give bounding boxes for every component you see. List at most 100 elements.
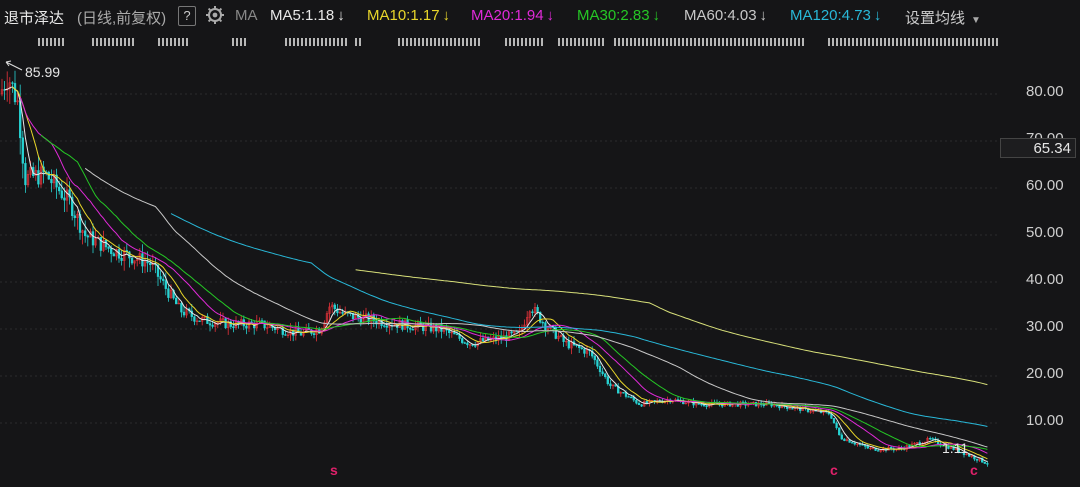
event-marker[interactable] (232, 38, 246, 46)
candle-body (167, 288, 170, 298)
event-flag[interactable]: c (970, 462, 978, 478)
candle-body (778, 405, 781, 409)
candle-body (21, 137, 24, 164)
candle-body (110, 248, 113, 254)
candle-body (835, 422, 838, 429)
candle-body (463, 342, 466, 344)
candle-body (762, 404, 765, 406)
candle-body (120, 257, 123, 261)
price-tick: 40.00 (1026, 271, 1064, 288)
price-tick: 20.00 (1026, 365, 1064, 382)
candle-body (284, 334, 287, 336)
candle-body (461, 338, 464, 343)
event-marker[interactable] (285, 38, 347, 46)
candle-body (580, 347, 583, 350)
candle-body (541, 322, 544, 324)
candle-body (645, 401, 648, 404)
candle-body (50, 178, 53, 184)
high-price-annotation: 85.99 (25, 64, 61, 80)
candle-body (598, 365, 602, 373)
candle-body (13, 83, 17, 103)
candle-body (448, 329, 451, 333)
candle-body (73, 215, 76, 219)
low-price-annotation: 1.11 (942, 440, 969, 456)
candle-body (333, 304, 336, 310)
candle-body (627, 396, 630, 398)
candle-body (47, 171, 50, 180)
price-tick: 50.00 (1026, 224, 1064, 241)
candle-body (299, 332, 303, 336)
price-tick: 60.00 (1026, 177, 1064, 194)
candle-body (198, 320, 201, 322)
event-marker[interactable] (558, 38, 604, 46)
candle-body (931, 438, 934, 440)
candle-body (37, 170, 40, 185)
candle-body (975, 458, 979, 461)
price-tick: 80.00 (1026, 83, 1064, 100)
candle-body (481, 338, 485, 342)
event-flag[interactable]: c (830, 462, 838, 478)
event-marker[interactable] (38, 38, 66, 46)
help-button[interactable]: ? (178, 6, 196, 26)
ma60-value: MA60:4.03 ↓ (684, 7, 767, 24)
ma30-line (40, 134, 988, 450)
candle-body (312, 333, 316, 335)
gear-icon[interactable] (205, 5, 225, 29)
candle-body (63, 197, 66, 201)
down-arrow-icon: ↓ (759, 7, 768, 24)
candle-body (583, 348, 586, 354)
candle-body (832, 418, 836, 424)
candle-body (211, 324, 214, 327)
candle-body (455, 333, 459, 336)
high-pointer-icon (5, 60, 23, 71)
candle-body (60, 190, 63, 199)
ma60-line (84, 167, 988, 448)
price-tick: 30.00 (1026, 318, 1064, 335)
event-marker[interactable] (92, 38, 134, 46)
down-arrow-icon: ↓ (442, 7, 451, 24)
candle-body (640, 404, 643, 407)
down-arrow-icon: ↓ (652, 7, 661, 24)
candle-body (11, 82, 14, 84)
candle-body (466, 342, 469, 346)
candle-body (182, 311, 186, 316)
price-tick: 10.00 (1026, 412, 1064, 429)
candle-body (609, 383, 612, 387)
ma-settings-label: 设置均线 (905, 10, 966, 27)
candle-body (622, 392, 625, 394)
ma10-value: MA10:1.17 ↓ (367, 7, 450, 24)
ma-label[interactable]: MA (235, 7, 258, 24)
ma20-line (19, 96, 988, 454)
event-marker[interactable] (614, 38, 804, 46)
event-flag[interactable]: s (330, 462, 338, 478)
candle-body (536, 307, 539, 313)
event-marker[interactable] (355, 38, 361, 46)
candle-body (791, 408, 794, 410)
period-label: (日线,前复权) (77, 10, 167, 27)
candle-body (986, 463, 989, 465)
candle-body (86, 235, 89, 238)
candle-body (112, 253, 115, 257)
ma30-value: MA30:2.83 ↓ (577, 7, 660, 24)
ma60-label: MA60:4.03 (684, 7, 757, 24)
candle-body (24, 163, 27, 186)
chart-toolbar: 退市泽达 (日线,前复权) ? MA MA5:1.18 ↓ MA10:1.17 ↓ … (0, 0, 1080, 32)
ma-settings-link[interactable]: 设置均线 ▼ (905, 7, 981, 28)
event-marker[interactable] (828, 38, 1000, 46)
candle-body (175, 297, 178, 305)
candle-body (208, 323, 212, 326)
candle-body (593, 355, 596, 361)
event-marker[interactable] (158, 38, 188, 46)
candle-body (411, 329, 414, 331)
candle-body (232, 326, 235, 329)
candlestick-chart[interactable] (0, 52, 1000, 487)
ma10-label: MA10:1.17 (367, 7, 440, 24)
candle-body (705, 405, 708, 407)
candle-body (596, 359, 599, 367)
event-marker[interactable] (505, 38, 545, 46)
candle-body (877, 450, 880, 452)
event-markers-row (0, 34, 1000, 50)
ma5-label: MA5:1.18 (270, 7, 335, 24)
event-marker[interactable] (398, 38, 482, 46)
candle-body (146, 261, 149, 264)
